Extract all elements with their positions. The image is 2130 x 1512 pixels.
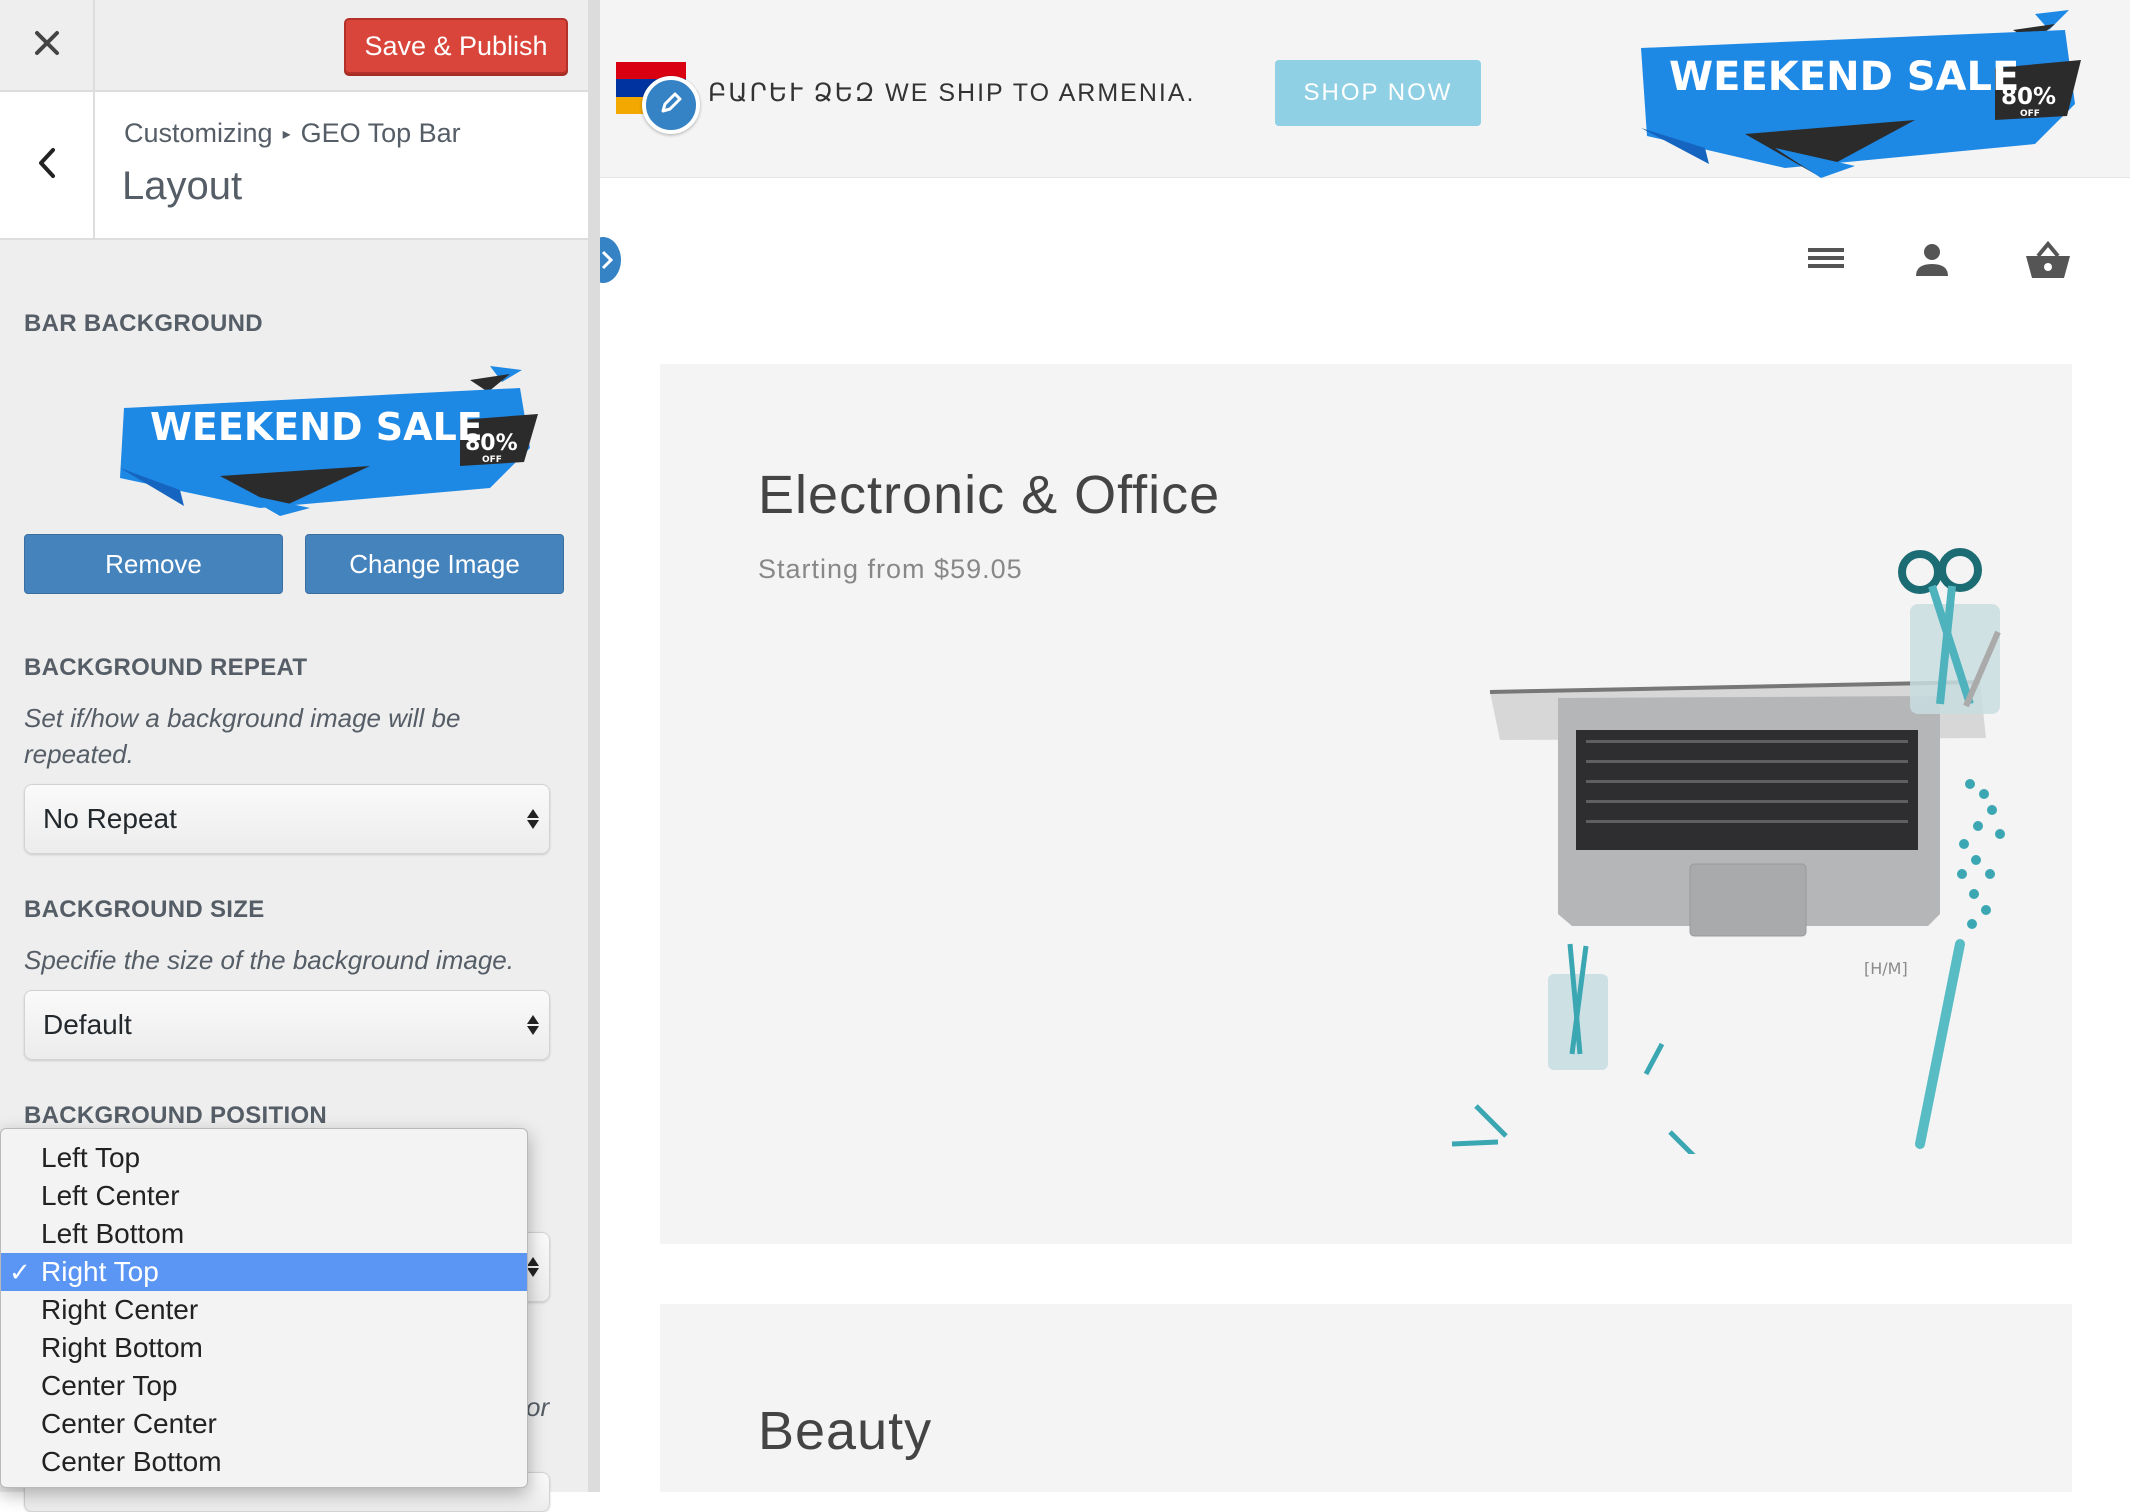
close-icon <box>34 30 60 61</box>
banner-text: WEEKEND SALE <box>150 405 483 449</box>
dropdown-option[interactable]: Center Top <box>1 1367 527 1405</box>
dropdown-option[interactable]: Right Bottom <box>1 1329 527 1367</box>
banner-text: WEEKEND SALE <box>1669 54 2019 100</box>
collapse-sidebar-button[interactable] <box>600 234 624 286</box>
background-size-description: Specifie the size of the background imag… <box>24 945 514 975</box>
breadcrumb-section: GEO Top Bar <box>300 118 461 148</box>
hidden-description-fragment: or <box>526 1392 550 1422</box>
bar-background-label: BAR BACKGROUND <box>24 310 263 337</box>
category-title: Electronic & Office <box>758 465 1221 525</box>
bar-background-preview: WEEKEND SALE 80% OFF <box>110 358 540 518</box>
banner-off: OFF <box>2020 109 2040 119</box>
breadcrumb-root: Customizing <box>124 118 273 148</box>
dropdown-option[interactable]: Left Top <box>1 1139 527 1177</box>
select-arrows-icon <box>527 809 539 829</box>
basket-icon[interactable] <box>2024 240 2072 285</box>
category-subtitle: Starting from $59.05 <box>758 554 1023 584</box>
background-repeat-select[interactable]: No Repeat <box>24 784 550 854</box>
office-products-image: [H/M] <box>1451 548 2005 1154</box>
change-image-button[interactable]: Change Image <box>305 534 564 594</box>
sidebar-divider <box>588 0 600 1492</box>
background-repeat-description: Set if/how a background image will be re… <box>24 703 461 769</box>
geo-top-bar: ԲԱՐԵՒ ՁԵԶ WE SHIP TO ARMENIA. SHOP NOW W… <box>600 0 2130 178</box>
background-size-value: Default <box>43 1009 132 1040</box>
geo-message: ԲԱՐԵՒ ՁԵԶ WE SHIP TO ARMENIA. <box>708 79 1196 107</box>
dropdown-option[interactable]: Left Bottom <box>1 1215 527 1253</box>
menu-icon[interactable] <box>1806 240 1846 281</box>
background-position-label: BACKGROUND POSITION <box>24 1102 328 1129</box>
dropdown-option[interactable]: Center Bottom <box>1 1443 527 1481</box>
site-preview: ԲԱՐԵՒ ՁԵԶ WE SHIP TO ARMENIA. SHOP NOW W… <box>600 0 2130 1492</box>
save-publish-button[interactable]: Save & Publish <box>344 18 568 74</box>
remove-image-button[interactable]: Remove <box>24 534 283 594</box>
dropdown-option-selected[interactable]: ✓ Right Top <box>1 1253 527 1291</box>
checkmark-icon: ✓ <box>9 1257 31 1287</box>
edit-shortcut-button[interactable] <box>642 76 700 134</box>
dropdown-option[interactable]: Center Center <box>1 1405 527 1443</box>
category-card[interactable]: Beauty <box>660 1304 2072 1492</box>
background-repeat-label: BACKGROUND REPEAT <box>24 654 308 681</box>
dropdown-option-label: Right Top <box>41 1256 159 1287</box>
shop-now-button[interactable]: SHOP NOW <box>1275 60 1481 126</box>
chevron-left-icon <box>37 147 57 184</box>
category-card[interactable]: Electronic & Office Starting from $59.05… <box>660 364 2072 1244</box>
back-button[interactable] <box>0 92 95 238</box>
select-arrows-icon <box>527 1015 539 1035</box>
select-arrows-icon <box>527 1257 539 1277</box>
weekend-sale-banner: WEEKEND SALE 80% OFF <box>1641 10 2081 178</box>
section-title: Layout <box>122 164 243 208</box>
category-title: Beauty <box>758 1401 933 1461</box>
user-icon[interactable] <box>1912 240 1952 285</box>
customizer-header: Save & Publish <box>0 0 588 92</box>
banner-percent: 80% <box>2001 84 2056 110</box>
banner-off: OFF <box>482 455 502 465</box>
background-position-dropdown[interactable]: Left Top Left Center Left Bottom ✓ Right… <box>0 1128 528 1488</box>
banner-percent: 80% <box>465 431 518 456</box>
svg-text:[H/M]: [H/M] <box>1864 959 1908 978</box>
background-size-select[interactable]: Default <box>24 990 550 1060</box>
pencil-icon <box>658 90 684 121</box>
customizer-sidebar: Save & Publish Customizing ▸ GEO Top Bar… <box>0 0 588 1512</box>
breadcrumb-separator-icon: ▸ <box>282 125 291 143</box>
close-button[interactable] <box>0 0 95 90</box>
section-header: Customizing ▸ GEO Top Bar Layout <box>0 92 588 240</box>
breadcrumb: Customizing ▸ GEO Top Bar <box>124 118 461 149</box>
dropdown-option[interactable]: Right Center <box>1 1291 527 1329</box>
background-repeat-value: No Repeat <box>43 803 177 834</box>
dropdown-option[interactable]: Left Center <box>1 1177 527 1215</box>
background-size-label: BACKGROUND SIZE <box>24 896 265 923</box>
